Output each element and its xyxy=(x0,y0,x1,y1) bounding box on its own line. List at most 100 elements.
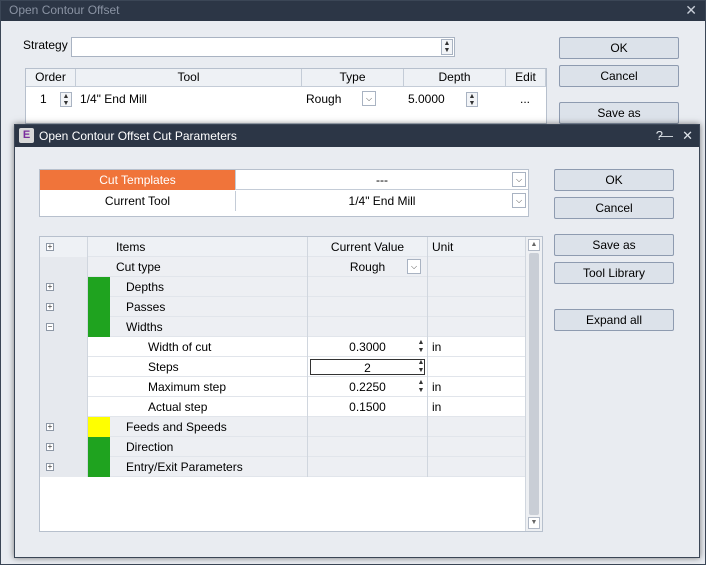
col-header-depth[interactable]: Depth xyxy=(404,69,506,87)
expand-icon[interactable]: + xyxy=(46,443,54,451)
table-row[interactable]: + Direction xyxy=(40,437,525,457)
item-name: Direction xyxy=(112,437,308,457)
width-of-cut-spin-icon[interactable]: ▲ ▼ xyxy=(415,339,427,355)
steps-value-text: 2 xyxy=(364,361,371,375)
cut-templates-value: --- xyxy=(376,173,388,187)
col-header-items[interactable]: Items xyxy=(112,237,308,257)
scroll-up-icon[interactable]: ▲ xyxy=(528,239,540,251)
current-tool-dropdown-icon[interactable]: ⌵ xyxy=(512,193,526,208)
outer-ok-button[interactable]: OK xyxy=(559,37,679,59)
dialog-title: Open Contour Offset Cut Parameters xyxy=(15,125,699,147)
parent-window-title: Open Contour Offset xyxy=(1,1,705,21)
item-value xyxy=(308,437,428,457)
item-name: Passes xyxy=(112,297,308,317)
item-unit xyxy=(428,417,525,437)
expander-cell: + xyxy=(40,457,88,477)
parent-close-icon[interactable]: ✕ xyxy=(685,2,697,19)
table-row[interactable]: + Depths xyxy=(40,277,525,297)
strategy-spin-icon[interactable]: ▲ ▼ xyxy=(441,39,453,55)
current-tool-row[interactable]: Current Tool 1/4" End Mill ⌵ xyxy=(40,191,528,211)
outer-save-as-button[interactable]: Save as xyxy=(559,102,679,124)
cut-templates-label: Cut Templates xyxy=(40,170,236,190)
cut-type-dropdown-icon[interactable]: ⌵ xyxy=(407,259,421,274)
table-row[interactable]: + Feeds and Speeds xyxy=(40,417,525,437)
expand-icon[interactable]: + xyxy=(46,283,54,291)
dialog-ok-button[interactable]: OK xyxy=(554,169,674,191)
cut-templates-row[interactable]: Cut Templates --- ⌵ xyxy=(40,170,528,190)
color-cell xyxy=(88,257,112,277)
item-value xyxy=(308,457,428,477)
steps-spin-icon[interactable]: ▲ ▼ xyxy=(415,359,427,375)
table-row[interactable]: + Passes xyxy=(40,297,525,317)
col-header-unit[interactable]: Unit xyxy=(428,237,525,257)
close-icon[interactable]: ✕ xyxy=(682,125,693,147)
row-depth: 5.0000 xyxy=(408,92,445,106)
item-value[interactable]: 2 ▲ ▼ xyxy=(308,357,428,377)
expander-cell xyxy=(40,337,88,357)
maximum-step-spin-icon[interactable]: ▲ ▼ xyxy=(415,379,427,395)
item-value[interactable]: Rough ⌵ xyxy=(308,257,428,277)
status-swatch xyxy=(88,417,110,437)
color-cell xyxy=(88,317,112,337)
expander-cell: + xyxy=(40,277,88,297)
table-row[interactable]: + Entry/Exit Parameters xyxy=(40,457,525,477)
row-type: Rough xyxy=(306,92,342,106)
dialog-cancel-button[interactable]: Cancel xyxy=(554,197,674,219)
item-unit xyxy=(428,257,525,277)
table-row[interactable]: 1 ▲ ▼ 1/4" End Mill Rough ⌵ 5.0000 ▲ ▼ ... xyxy=(26,89,546,109)
col-header-edit[interactable]: Edit xyxy=(506,69,546,87)
strategy-combo[interactable]: ▲ ▼ xyxy=(71,37,455,57)
scroll-down-icon[interactable]: ▼ xyxy=(528,517,540,529)
expand-icon[interactable]: + xyxy=(46,303,54,311)
expand-all-button[interactable]: Expand all xyxy=(554,309,674,331)
minimize-icon[interactable]: — xyxy=(660,125,673,147)
status-swatch xyxy=(88,297,110,317)
item-value[interactable]: 0.2250 ▲ ▼ xyxy=(308,377,428,397)
cut-templates-dropdown-icon[interactable]: ⌵ xyxy=(512,172,526,187)
expander-cell xyxy=(40,397,88,417)
table-row[interactable]: Width of cut 0.3000 ▲ ▼ in xyxy=(40,337,525,357)
expand-icon[interactable]: + xyxy=(46,463,54,471)
expander-cell: − xyxy=(40,317,88,337)
item-name: Depths xyxy=(112,277,308,297)
table-row[interactable]: Maximum step 0.2250 ▲ ▼ in xyxy=(40,377,525,397)
current-tool-value: 1/4" End Mill xyxy=(348,194,416,208)
table-row[interactable]: − Widths xyxy=(40,317,525,337)
parameter-grid: + Items Current Value Unit Cut type Roug… xyxy=(39,236,543,532)
row-edit-button[interactable]: ... xyxy=(520,89,530,109)
vertical-scrollbar[interactable]: ▲ ▼ xyxy=(525,237,542,531)
dialog-save-as-button[interactable]: Save as xyxy=(554,234,674,256)
expander-cell: + xyxy=(40,417,88,437)
outer-cancel-button[interactable]: Cancel xyxy=(559,65,679,87)
item-name: Steps xyxy=(112,357,308,377)
col-header-current-value[interactable]: Current Value xyxy=(308,237,428,257)
item-value: 0.1500 xyxy=(308,397,428,417)
strategy-label: Strategy xyxy=(23,38,68,52)
item-name: Actual step xyxy=(112,397,308,417)
item-name: Feeds and Speeds xyxy=(112,417,308,437)
item-value-text: 0.3000 xyxy=(349,340,386,354)
item-unit: in xyxy=(432,400,442,414)
tool-library-button[interactable]: Tool Library xyxy=(554,262,674,284)
header-expander-cell: + xyxy=(40,237,88,257)
color-cell xyxy=(88,357,112,377)
item-unit xyxy=(428,317,525,337)
table-row[interactable]: Actual step 0.1500 in xyxy=(40,397,525,417)
expander-cell: + xyxy=(40,437,88,457)
order-spin-icon[interactable]: ▲ ▼ xyxy=(60,92,72,107)
scroll-thumb[interactable] xyxy=(529,253,539,515)
col-header-order[interactable]: Order xyxy=(26,69,76,87)
col-header-tool[interactable]: Tool xyxy=(76,69,302,87)
depth-spin-icon[interactable]: ▲ ▼ xyxy=(466,92,478,107)
type-dropdown-icon[interactable]: ⌵ xyxy=(362,91,376,106)
table-row[interactable]: Steps 2 ▲ ▼ xyxy=(40,357,525,377)
item-value[interactable]: 0.3000 ▲ ▼ xyxy=(308,337,428,357)
item-name: Widths xyxy=(112,317,308,337)
header-color-cell xyxy=(88,237,112,257)
col-header-type[interactable]: Type xyxy=(302,69,404,87)
expand-icon[interactable]: + xyxy=(46,423,54,431)
collapse-icon[interactable]: − xyxy=(46,323,54,331)
header-expand-icon[interactable]: + xyxy=(46,243,54,251)
row-tool: 1/4" End Mill xyxy=(80,92,147,106)
table-row[interactable]: Cut type Rough ⌵ xyxy=(40,257,525,277)
